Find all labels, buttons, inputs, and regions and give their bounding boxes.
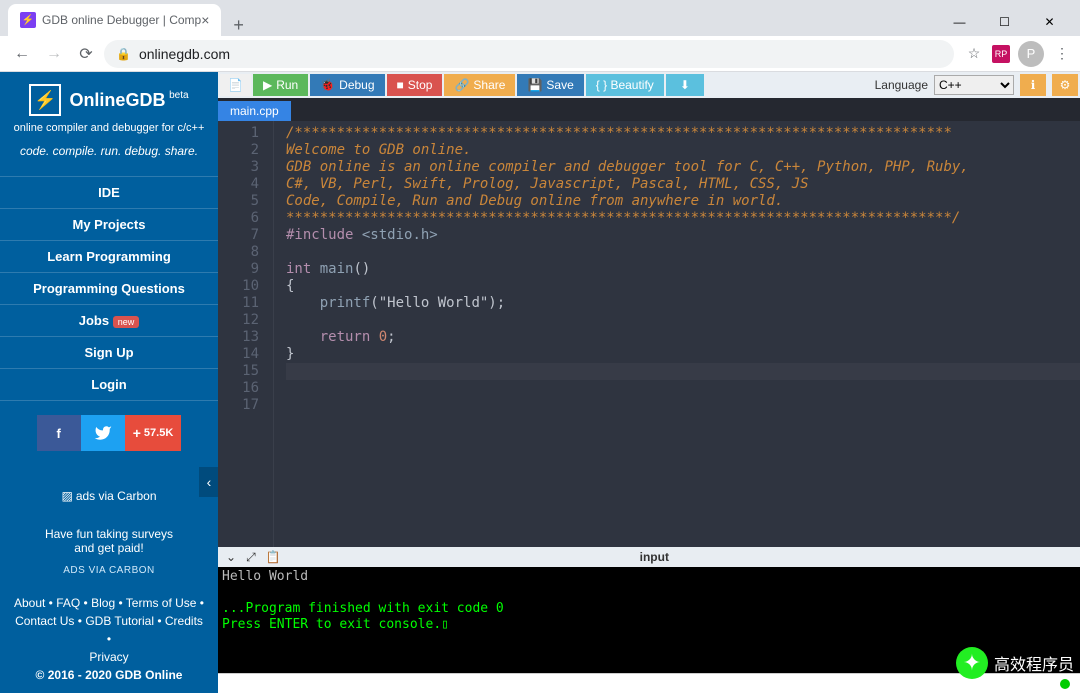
line-gutter: 1234567891011121314151617 [218,121,274,547]
download-icon: ⬇ [680,78,690,92]
new-badge: new [113,316,140,328]
nav-item-questions[interactable]: Programming Questions [0,272,218,304]
footer-link[interactable]: Terms of Use [126,596,197,610]
file-tabs: main.cpp [218,98,1080,121]
nav-item-jobs[interactable]: Jobs new [0,304,218,336]
ad-text: and get paid! [12,541,206,555]
stop-icon: ■ [397,78,404,92]
window-maximize-icon[interactable]: ☐ [982,8,1027,36]
browser-tab-strip: ⚡ GDB online Debugger | Comp × + — ☐ ✕ [0,0,1080,36]
toolbar: 📄 ▶Run 🐞Debug ■Stop 🔗Share 💾Save { } Bea… [218,72,1080,98]
save-button[interactable]: 💾Save [517,74,583,96]
facebook-button[interactable]: f [37,415,81,451]
url-text: onlinegdb.com [139,46,230,62]
brand-name: OnlineGDB [69,90,165,110]
footer-link[interactable]: FAQ [56,596,80,610]
language-label: Language [875,78,928,92]
reload-button[interactable]: ⟳ [72,40,100,68]
back-button[interactable]: ← [8,40,36,68]
code-content[interactable]: /***************************************… [274,121,1080,547]
ad-placeholder-icon: ▨ ads via Carbon [61,489,156,503]
forward-button[interactable]: → [40,40,68,68]
profile-avatar[interactable]: P [1018,41,1044,67]
gear-icon: ⚙ [1060,78,1071,92]
window-minimize-icon[interactable]: — [937,8,982,36]
tab-close-icon[interactable]: × [201,12,209,28]
nav-item-learn[interactable]: Learn Programming [0,240,218,272]
nav-item-ide[interactable]: IDE [0,176,218,208]
new-file-button[interactable]: 📄 [220,74,251,96]
tab-favicon: ⚡ [20,12,36,28]
star-icon[interactable]: ☆ [964,44,984,64]
lock-icon: 🔒 [116,47,131,61]
play-icon: ▶ [263,78,272,92]
beta-badge: beta [169,90,188,101]
expand-icon[interactable]: ⤢ [246,550,256,565]
ad-attribution: ADS VIA CARBON [12,565,206,576]
stop-button[interactable]: ■Stop [387,74,443,96]
console-output[interactable]: Hello World ...Program finished with exi… [218,567,1080,673]
nav-item-login[interactable]: Login [0,368,218,401]
footer-link[interactable]: Contact Us [15,614,74,628]
info-icon: ℹ [1031,78,1036,92]
ad-slot[interactable]: ▨ ads via Carbon Have fun taking surveys… [0,459,218,584]
copy-icon[interactable]: 📋 [266,550,281,565]
sidebar: ⚡ OnlineGDB beta online compiler and deb… [0,72,218,693]
logo-icon: ⚡ [29,84,61,116]
sidebar-collapse-button[interactable]: ‹ [199,467,218,497]
run-button[interactable]: ▶Run [253,74,308,96]
file-icon: 📄 [228,78,243,92]
file-tab-main[interactable]: main.cpp [218,101,291,121]
share-button[interactable]: 🔗Share [444,74,515,96]
nav-item-projects[interactable]: My Projects [0,208,218,240]
beautify-button[interactable]: { } Beautify [586,74,664,96]
footer-link[interactable]: GDB Tutorial [85,614,154,628]
help-button[interactable]: ℹ [1020,74,1046,96]
brand-tagline: code. compile. run. debug. share. [10,144,208,168]
panel-title: input [289,550,1020,564]
save-icon: 💾 [527,78,542,92]
panel-toolbar: ⌄ ⤢ 📋 input [218,547,1080,567]
brand-subtitle: online compiler and debugger for c/c++ [10,122,208,134]
window-close-icon[interactable]: ✕ [1027,8,1072,36]
chevron-down-icon[interactable]: ⌄ [226,550,236,565]
settings-button[interactable]: ⚙ [1052,74,1078,96]
twitter-button[interactable] [81,415,125,451]
url-input[interactable]: 🔒 onlinegdb.com [104,40,954,68]
tab-title: GDB online Debugger | Comp [42,13,201,27]
address-bar: ← → ⟳ 🔒 onlinegdb.com ☆ RP P ⋮ [0,36,1080,72]
copyright: © 2016 - 2020 GDB Online [12,666,206,684]
language-select[interactable]: C++ [934,75,1014,95]
footer-link[interactable]: Privacy [89,650,128,664]
footer: About • FAQ • Blog • Terms of Use • Cont… [0,584,218,693]
new-tab-button[interactable]: + [221,15,256,36]
menu-icon[interactable]: ⋮ [1052,44,1072,64]
share-count-button[interactable]: + 57.5K [125,415,182,451]
browser-tab[interactable]: ⚡ GDB online Debugger | Comp × [8,4,221,36]
ad-text: Have fun taking surveys [12,527,206,541]
share-icon: 🔗 [454,78,469,92]
footer-link[interactable]: Blog [91,596,115,610]
extension-icon[interactable]: RP [992,45,1010,63]
code-editor[interactable]: 1234567891011121314151617 /*************… [218,121,1080,547]
footer-link[interactable]: About [14,596,45,610]
debug-button[interactable]: 🐞Debug [310,74,384,96]
bug-icon: 🐞 [320,78,335,92]
download-button[interactable]: ⬇ [666,74,704,96]
status-indicator-icon [1060,679,1070,689]
status-bar [218,673,1080,693]
nav-item-signup[interactable]: Sign Up [0,336,218,368]
footer-link[interactable]: Credits [165,614,203,628]
